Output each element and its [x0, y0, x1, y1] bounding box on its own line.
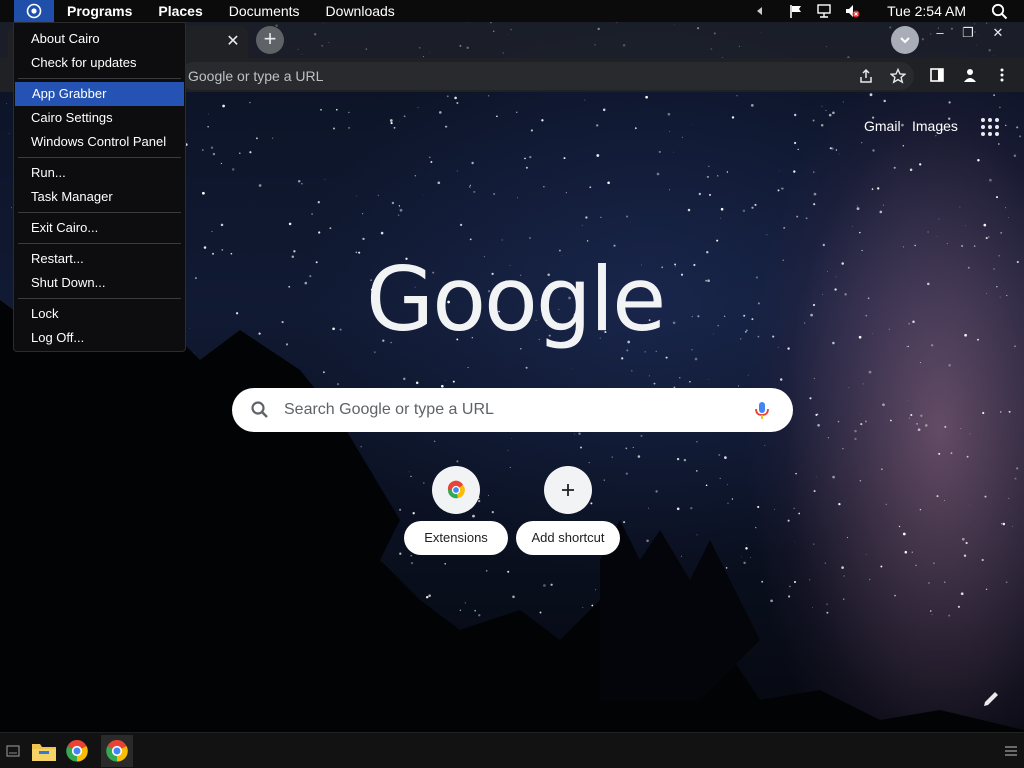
shortcut-title: Extensions	[404, 521, 508, 555]
cairo-menu-button[interactable]	[14, 0, 54, 22]
menu-item-restart[interactable]: Restart...	[14, 247, 185, 271]
images-link[interactable]: Images	[912, 118, 958, 134]
ntp-search-input[interactable]: Search Google or type a URL	[232, 388, 793, 432]
google-apps-icon[interactable]	[980, 117, 1000, 137]
network-icon[interactable]	[813, 0, 835, 22]
chrome-icon[interactable]	[101, 735, 133, 767]
volume-muted-icon[interactable]	[841, 0, 863, 22]
google-logo: Google	[366, 248, 666, 351]
close-tab-icon[interactable]: ✕	[224, 33, 242, 51]
address-bar-placeholder: Google or type a URL	[188, 68, 324, 84]
add-shortcut-button[interactable]: Add shortcut	[516, 466, 620, 560]
bookmark-star-icon[interactable]	[888, 66, 908, 86]
search-icon[interactable]	[988, 0, 1010, 22]
menu-separator	[18, 78, 181, 79]
menu-item-about-cairo[interactable]: About Cairo	[14, 27, 185, 51]
show-desktop-icon[interactable]	[0, 735, 26, 767]
menu-programs[interactable]: Programs	[54, 0, 145, 22]
menu-item-log-off[interactable]: Log Off...	[14, 326, 185, 350]
address-bar[interactable]: Google or type a URL	[180, 62, 914, 90]
menu-separator	[18, 157, 181, 158]
menu-item-shut-down[interactable]: Shut Down...	[14, 271, 185, 295]
chrome-icon[interactable]	[61, 735, 93, 767]
menu-item-lock[interactable]: Lock	[14, 302, 185, 326]
menu-item-exit-cairo[interactable]: Exit Cairo...	[14, 216, 185, 240]
plus-icon	[544, 466, 592, 514]
cairo-logo-icon	[26, 3, 42, 19]
menu-item-task-manager[interactable]: Task Manager	[14, 185, 185, 209]
share-icon[interactable]	[856, 66, 876, 86]
system-tray: Tue 2:54 AM	[743, 0, 1024, 22]
menu-item-app-grabber[interactable]: App Grabber	[15, 82, 184, 106]
close-window-button[interactable]: ✕	[985, 24, 1011, 42]
menu-downloads[interactable]: Downloads	[313, 0, 408, 22]
menu-places[interactable]: Places	[145, 0, 215, 22]
shortcut-extensions[interactable]: Extensions	[404, 466, 508, 560]
menu-item-cairo-settings[interactable]: Cairo Settings	[14, 106, 185, 130]
chevron-down-icon	[900, 37, 910, 44]
menu-item-check-updates[interactable]: Check for updates	[14, 51, 185, 75]
taskbar-menu-icon[interactable]	[998, 735, 1024, 767]
profile-icon[interactable]	[960, 65, 980, 85]
menu-separator	[18, 298, 181, 299]
menu-separator	[18, 243, 181, 244]
new-tab-button[interactable]: +	[256, 26, 284, 54]
chrome-icon	[432, 466, 480, 514]
menu-documents[interactable]: Documents	[216, 0, 313, 22]
tab-search-button[interactable]	[891, 26, 919, 54]
restore-button[interactable]: ❐	[955, 24, 981, 42]
cairo-menu-bar: Programs Places Documents Downloads Tue …	[0, 0, 1024, 22]
cairo-dropdown-menu: About Cairo Check for updates App Grabbe…	[13, 22, 186, 352]
microphone-icon[interactable]	[751, 399, 773, 421]
search-icon	[251, 401, 268, 418]
file-explorer-icon[interactable]	[28, 735, 60, 767]
search-placeholder: Search Google or type a URL	[284, 401, 494, 418]
shortcut-title: Add shortcut	[516, 521, 620, 555]
kebab-menu-icon[interactable]	[992, 65, 1012, 85]
pencil-icon[interactable]	[980, 688, 1002, 710]
menu-separator	[18, 212, 181, 213]
tray-expand-icon[interactable]	[749, 0, 771, 22]
action-center-flag-icon[interactable]	[785, 0, 807, 22]
taskbar	[0, 732, 1024, 768]
minimize-button[interactable]: –	[927, 24, 953, 42]
side-panel-icon[interactable]	[927, 65, 947, 85]
menu-item-run[interactable]: Run...	[14, 161, 185, 185]
clock[interactable]: Tue 2:54 AM	[887, 3, 966, 19]
menu-item-control-panel[interactable]: Windows Control Panel	[14, 130, 185, 154]
gmail-link[interactable]: Gmail	[864, 118, 901, 134]
